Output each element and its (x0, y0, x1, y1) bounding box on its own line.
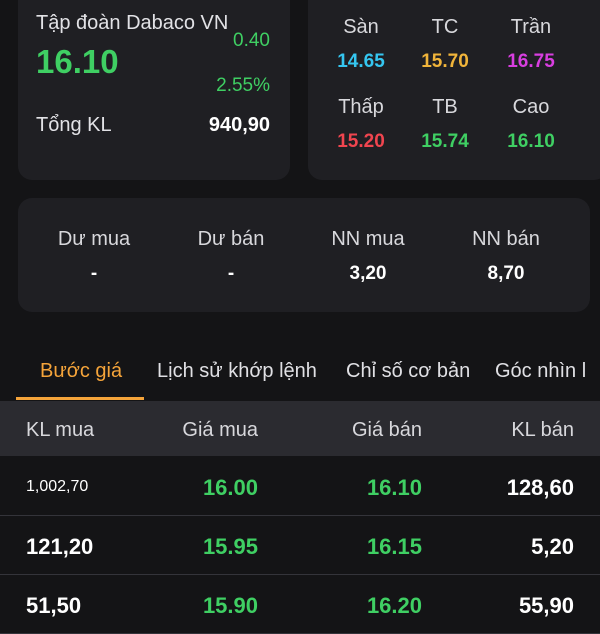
price-ceiling-value: 16.75 (507, 51, 555, 72)
bid-surplus-value: - (90, 263, 98, 284)
bid-price: 15.95 (202, 534, 258, 559)
price-change: 0.40 (233, 30, 270, 51)
price-reference: TC 15.70 (400, 16, 490, 73)
bid-price: 15.90 (202, 593, 258, 618)
foreign-buy-value: 3,20 (349, 263, 387, 284)
price-change-percent: 2.55% (216, 75, 270, 96)
foreign-sell-value: 8,70 (487, 263, 525, 284)
company-name: Tập đoàn Dabaco VN (36, 12, 229, 34)
order-book-header: KL mua Giá mua Giá bán KL bán (0, 401, 600, 456)
bid-volume: 51,50 (26, 593, 82, 618)
last-price: 16.10 (36, 43, 119, 80)
price-reference-value: 15.70 (421, 51, 469, 72)
bid-price: 16.00 (202, 475, 258, 500)
price-average-value: 15.74 (421, 131, 469, 152)
active-tab-indicator (16, 397, 144, 400)
price-ceiling-label: Trần (510, 16, 552, 38)
bid-volume: 1,002,70 (26, 478, 89, 495)
tab-price-steps[interactable]: Bước giá (40, 360, 122, 383)
header-ask-volume: KL bán (511, 419, 574, 441)
foreign-buy-label: NN mua (331, 228, 405, 250)
price-floor: Sàn 14.65 (316, 16, 406, 73)
price-low-value: 15.20 (337, 131, 385, 152)
ask-price: 16.20 (366, 593, 422, 618)
quote-card: Tập đoàn Dabaco VN 16.10 0.40 2.55% Tổng… (18, 0, 290, 180)
price-floor-value: 14.65 (337, 51, 385, 72)
ask-surplus: Dư bán - (171, 228, 291, 285)
ask-volume: 55,90 (518, 593, 574, 618)
price-average-label: TB (432, 96, 458, 118)
price-high-value: 16.10 (507, 131, 555, 152)
ask-price: 16.10 (366, 475, 422, 500)
tab-bar: Bước giá Lịch sử khớp lệnh Chỉ số cơ bản… (0, 340, 600, 400)
bid-surplus: Dư mua - (34, 228, 154, 285)
price-high: Cao 16.10 (486, 96, 576, 153)
price-floor-label: Sàn (343, 16, 379, 38)
price-ceiling: Trần 16.75 (486, 16, 576, 73)
table-row: 1,002,70 16.00 16.10 128,60 (0, 457, 600, 516)
header-bid-volume: KL mua (26, 419, 95, 441)
reference-prices-card: Sàn 14.65 TC 15.70 Trần 16.75 Thấp 15.20… (308, 0, 600, 180)
header-bid-price: Giá mua (182, 419, 258, 441)
price-reference-label: TC (431, 16, 459, 38)
foreign-sell: NN bán 8,70 (446, 228, 566, 285)
total-volume-value: 940,90 (208, 114, 270, 136)
bid-surplus-label: Dư mua (57, 228, 131, 250)
price-low-label: Thấp (338, 96, 384, 118)
ask-surplus-label: Dư bán (197, 228, 265, 250)
ask-volume: 128,60 (506, 475, 574, 500)
ask-price: 16.15 (366, 534, 422, 559)
tab-fundamentals[interactable]: Chỉ số cơ bản (346, 360, 470, 383)
foreign-buy: NN mua 3,20 (308, 228, 428, 285)
table-row: 51,50 15.90 16.20 55,90 (0, 575, 600, 634)
tab-insights[interactable]: Góc nhìn l (495, 360, 586, 383)
ask-surplus-value: - (227, 263, 235, 284)
tab-match-history[interactable]: Lịch sử khớp lệnh (157, 360, 317, 383)
price-low: Thấp 15.20 (316, 96, 406, 153)
price-average: TB 15.74 (400, 96, 490, 153)
bid-volume: 121,20 (26, 534, 94, 559)
ask-volume: 5,20 (531, 534, 574, 559)
order-flow-card: Dư mua - Dư bán - NN mua 3,20 NN bán 8,7… (18, 198, 590, 312)
table-row: 121,20 15.95 16.15 5,20 (0, 516, 600, 575)
price-high-label: Cao (512, 96, 550, 118)
total-volume-label: Tổng KL (36, 114, 112, 136)
header-ask-price: Giá bán (351, 419, 422, 441)
foreign-sell-label: NN bán (472, 228, 540, 250)
